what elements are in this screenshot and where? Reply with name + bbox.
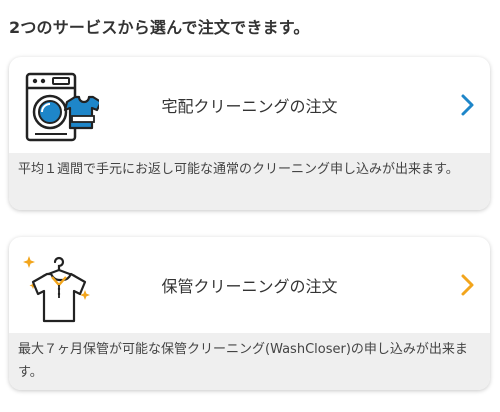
chevron-right-icon[interactable] xyxy=(460,93,476,117)
chevron-right-icon[interactable] xyxy=(460,273,476,297)
home-delivery-cleaning-order-link[interactable]: 宅配クリーニングの注文 xyxy=(9,57,490,153)
storage-cleaning-card[interactable]: 保管クリーニングの注文 最大７ヶ月保管が可能な保管クリーニング(WashClos… xyxy=(9,237,490,390)
storage-cleaning-order-link[interactable]: 保管クリーニングの注文 xyxy=(9,237,490,333)
card-description: 最大７ヶ月保管が可能な保管クリーニング(WashCloser)の申し込みが出来ま… xyxy=(9,333,490,390)
card-description: 平均１週間で手元にお返し可能な通常のクリーニング申し込みが出来ます。 xyxy=(9,153,490,210)
card-title: 保管クリーニングの注文 xyxy=(161,277,338,296)
page-heading: 2つのサービスから選んで注文できます。 xyxy=(9,18,310,37)
home-delivery-cleaning-card[interactable]: 宅配クリーニングの注文 平均１週間で手元にお返し可能な通常のクリーニング申し込み… xyxy=(9,57,490,210)
card-title: 宅配クリーニングの注文 xyxy=(161,97,338,116)
